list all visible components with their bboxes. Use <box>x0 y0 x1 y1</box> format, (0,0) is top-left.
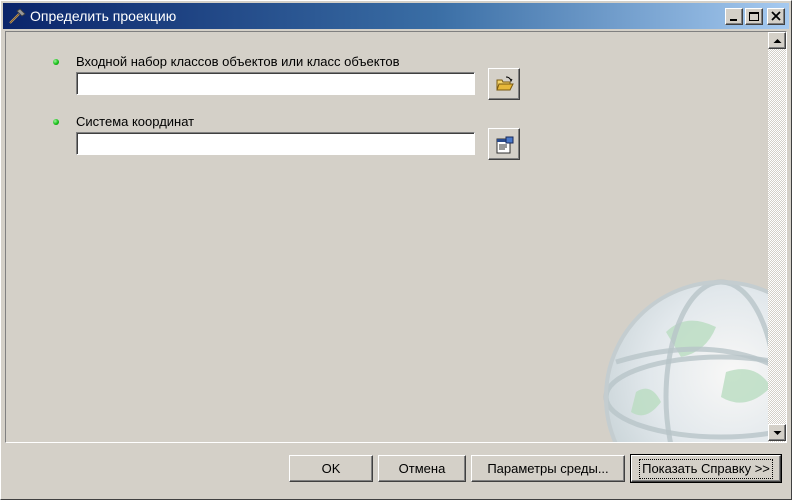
parameters-panel: Входной набор классов объектов или класс… <box>5 31 787 443</box>
maximize-button[interactable] <box>745 8 763 25</box>
arrow-up-icon <box>773 39 782 43</box>
browse-input-features-button[interactable] <box>488 68 520 100</box>
scroll-up-button[interactable] <box>768 32 786 49</box>
hammer-icon <box>8 8 26 24</box>
required-indicator-icon <box>53 119 59 125</box>
coordinate-system-field[interactable] <box>76 132 475 155</box>
minimize-button[interactable] <box>725 8 743 25</box>
show-help-label: Показать Справку >> <box>639 458 773 479</box>
vertical-scrollbar[interactable] <box>768 32 786 442</box>
cancel-button[interactable]: Отмена <box>378 455 466 482</box>
param-label-coordinate-system: Система координат <box>76 114 195 129</box>
dialog-window: Определить проекцию Входной набор классо… <box>0 0 792 500</box>
title-bar[interactable]: Определить проекцию <box>3 3 789 29</box>
close-icon <box>771 11 781 21</box>
show-help-button[interactable]: Показать Справку >> <box>630 454 782 483</box>
spatial-reference-properties-icon <box>496 136 514 154</box>
globe-watermark-icon <box>603 279 786 442</box>
input-features-field[interactable] <box>76 72 475 95</box>
ok-button[interactable]: OK <box>289 455 373 482</box>
environments-button[interactable]: Параметры среды... <box>471 455 625 482</box>
scroll-down-button[interactable] <box>768 424 786 441</box>
required-indicator-icon <box>53 59 59 65</box>
close-button[interactable] <box>767 8 785 25</box>
arrow-down-icon <box>773 431 782 435</box>
parameters-area: Входной набор классов объектов или класс… <box>6 32 786 442</box>
coordinate-system-properties-button[interactable] <box>488 128 520 160</box>
minimize-icon <box>730 19 737 21</box>
window-title: Определить проекцию <box>30 8 177 24</box>
param-label-input-features: Входной набор классов объектов или класс… <box>76 54 400 69</box>
maximize-icon <box>749 12 759 21</box>
scrollbar-track[interactable] <box>768 32 786 442</box>
open-folder-icon <box>496 76 514 91</box>
